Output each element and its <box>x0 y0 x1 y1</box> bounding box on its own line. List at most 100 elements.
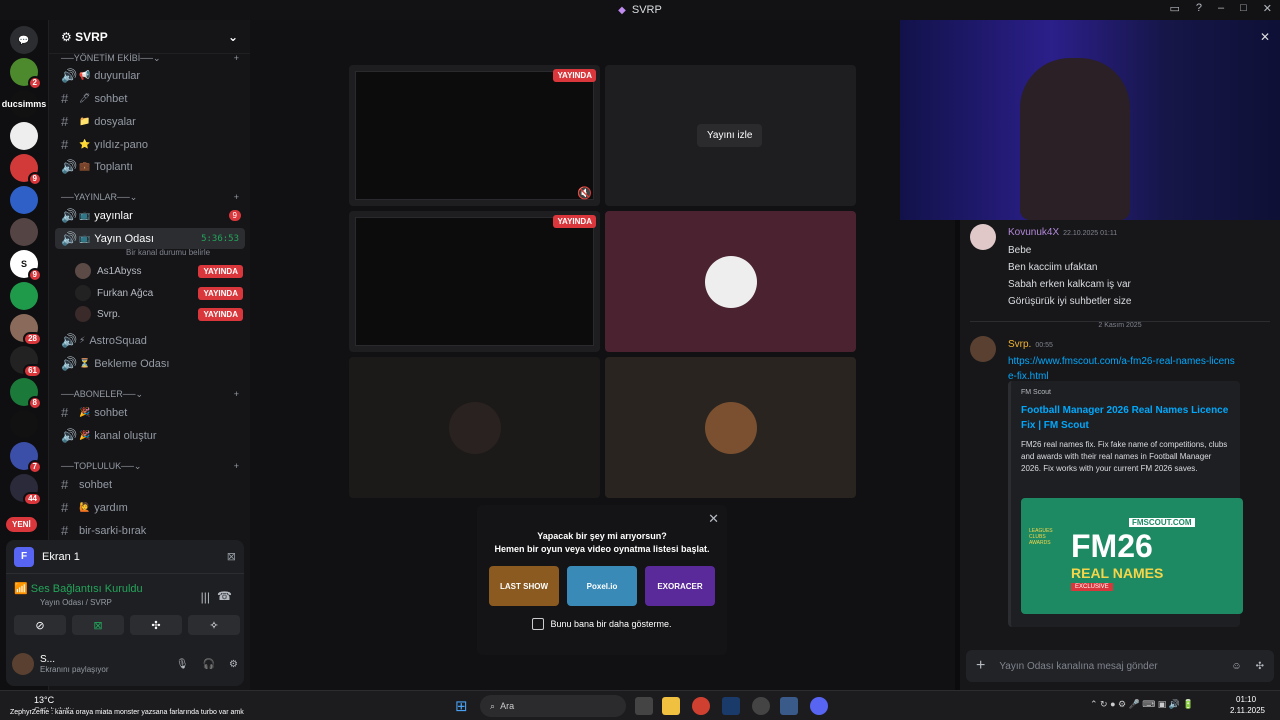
server-icon[interactable]: 7 <box>10 442 42 474</box>
channel-yardim[interactable]: # 🙋 yardım <box>55 497 245 518</box>
server-icon[interactable] <box>10 282 38 310</box>
headphones-icon[interactable]: 🎧 <box>203 659 215 670</box>
category-yonetim[interactable]: ──YÖNETİM EKİBİ──⌄ + <box>61 53 239 64</box>
channel-yayinlar[interactable]: 🔊 📺 yayınlar 9 <box>55 205 245 226</box>
message-author[interactable]: Kovunuk4X <box>1008 227 1059 238</box>
unread-badge: 8 <box>27 396 42 410</box>
live-badge: YAYINDA <box>198 264 243 278</box>
server-icon[interactable]: 44 <box>10 474 42 506</box>
channel-bekleme[interactable]: 🔊 ⏳ Bekleme Odası <box>55 353 245 374</box>
camera-button[interactable]: ⊘ <box>14 615 66 635</box>
close-button[interactable]: ✕ <box>1263 2 1272 15</box>
close-icon[interactable]: ✕ <box>708 511 719 527</box>
category-yayinlar[interactable]: ──YAYINLAR──⌄ + <box>61 192 239 203</box>
task-view-icon[interactable] <box>635 697 653 715</box>
voice-user[interactable]: Furkan Ağca YAYINDA <box>75 283 243 303</box>
tray-icons[interactable]: ⌃ ↻ ● ⚙ 🎤 ⌨ ▣ 🔊 🔋 <box>1090 699 1194 710</box>
channel-yildiz-pano[interactable]: # ⭐ yıldız-pano <box>55 134 245 155</box>
activities-button[interactable]: ✣ <box>130 615 182 635</box>
server-icon[interactable]: 9 <box>10 154 42 186</box>
server-icon[interactable] <box>10 186 38 214</box>
channel-dosyalar[interactable]: # 📁 dosyalar <box>55 111 245 132</box>
user-name: S... <box>40 654 56 665</box>
channel-sarki[interactable]: # bir-sarki-bırak <box>55 520 245 541</box>
voice-user[interactable]: As1Abyss YAYINDA <box>75 261 243 281</box>
server-icon[interactable]: 61 <box>10 346 42 378</box>
message-author[interactable]: Svrp. <box>1008 339 1031 350</box>
connection-status[interactable]: 📶 Ses Bağlantısı Kuruldu <box>14 582 143 595</box>
message-input[interactable]: + Yayın Odası kanalına mesaj gönder ☺ ✣ <box>966 650 1274 682</box>
add-attachment-icon[interactable]: + <box>976 657 985 675</box>
category-aboneler[interactable]: ──ABONELER──⌄ + <box>61 389 239 400</box>
channel-astrosquad[interactable]: 🔊 ⚡ AstroSquad <box>55 330 245 351</box>
taskbar-search[interactable]: ⌕ Ara <box>480 695 626 717</box>
stage-area: YAYINDA 🔇 Yayını izle YAYINDA ✕ Yapacak b… <box>250 20 955 690</box>
embed-title[interactable]: Football Manager 2026 Real Names Licence… <box>1021 403 1230 433</box>
channel-sohbet[interactable]: # 🖊 sohbet <box>55 88 245 109</box>
server-icon[interactable] <box>10 218 38 246</box>
embed-image[interactable]: FMSCOUT.COM LEAGUES CLUBS AWARDS FM26 RE… <box>1021 498 1243 614</box>
windows-taskbar: 13°C Çok bulutlu ZephyrZeffie : kanka or… <box>0 690 1280 720</box>
game-last-show[interactable]: LAST SHOW <box>489 566 559 606</box>
voice-user[interactable]: Svrp. YAYINDA <box>75 304 243 324</box>
file-explorer-icon[interactable] <box>662 697 680 715</box>
message-link[interactable]: https://www.fmscout.com/a-fm26-real-name… <box>1008 354 1238 384</box>
channel-sohbet-topluluk[interactable]: # sohbet <box>55 474 245 495</box>
stream-tile[interactable]: YAYINDA 🔇 <box>349 65 600 206</box>
screen-share-row[interactable]: F Ekran 1 ⊠ <box>6 540 244 574</box>
settings-gear-icon[interactable]: ⚙ <box>229 659 238 670</box>
inbox-icon[interactable]: ▭ <box>1169 2 1179 15</box>
emoji-icon[interactable]: ☺ <box>1231 661 1241 672</box>
server-header[interactable]: ⚙ SVRP ⌄ <box>49 20 250 54</box>
chat-pane: Kovunuk4X 22.10.2025 01:11 Bebe Ben kacci… <box>960 220 1280 690</box>
message: Kovunuk4X 22.10.2025 01:11 Bebe Ben kacci… <box>970 224 1270 310</box>
stream-tile[interactable]: YAYINDA <box>349 211 600 352</box>
channel-yayin-odasi[interactable]: 🔊 📺 Yayın Odası 5:36:53 <box>55 228 245 249</box>
user-avatar <box>705 256 757 308</box>
user-tile[interactable] <box>605 357 856 498</box>
category-topluluk[interactable]: ──TOPLULUK──⌄ + <box>61 461 239 472</box>
help-icon[interactable]: ? <box>1196 2 1202 15</box>
game-exoracer[interactable]: EXORACER <box>645 566 715 606</box>
app-icon[interactable] <box>780 697 798 715</box>
obs-icon[interactable] <box>752 697 770 715</box>
steam-icon[interactable] <box>722 697 740 715</box>
server-icon[interactable]: 8 <box>10 378 42 410</box>
disconnect-icon[interactable]: ☎ <box>217 589 232 603</box>
stream-tile[interactable]: Yayını izle <box>605 65 856 206</box>
channel-duyurular[interactable]: 🔊 📢 duyurular <box>55 65 245 86</box>
channel-toplanti[interactable]: 🔊 💼 Toplantı <box>55 156 245 177</box>
signal-icon: 📶 <box>14 583 28 595</box>
channel-kanal-olustur[interactable]: 🔊 🎉 kanal oluştur <box>55 425 245 446</box>
noise-icon[interactable]: ||| <box>201 590 210 604</box>
chrome-icon[interactable] <box>692 697 710 715</box>
game-poxel[interactable]: Poxel.io <box>567 566 637 606</box>
stop-share-icon[interactable]: ⊠ <box>227 550 236 563</box>
watch-stream-button[interactable]: Yayını izle <box>697 124 763 147</box>
windows-start-icon[interactable]: ⊞ <box>455 697 473 715</box>
mute-icon: 🔇 <box>577 186 592 200</box>
close-icon[interactable]: ✕ <box>1260 30 1270 44</box>
discord-home-icon[interactable]: 💬 <box>10 26 38 54</box>
live-badge: YAYINDA <box>553 69 596 82</box>
mic-icon[interactable]: 🎙 <box>176 659 189 670</box>
discord-taskbar-icon[interactable] <box>810 697 828 715</box>
screenshare-button[interactable]: ⊠ <box>72 615 124 635</box>
channel-sohbet-aboneler[interactable]: # 🎉 sohbet <box>55 402 245 423</box>
server-icon[interactable]: S9 <box>10 250 42 282</box>
user-tile[interactable] <box>605 211 856 352</box>
server-icon[interactable]: 2 <box>10 58 42 90</box>
user-tile[interactable] <box>349 357 600 498</box>
server-icon[interactable] <box>10 122 38 150</box>
server-icon[interactable] <box>10 410 38 438</box>
minimize-button[interactable]: – <box>1218 2 1224 15</box>
apps-icon[interactable]: ✣ <box>1256 661 1264 672</box>
channel-status[interactable]: Bir kanal durumu belirle <box>126 248 210 257</box>
maximize-button[interactable]: □ <box>1240 2 1247 15</box>
server-icon[interactable]: ducsimms <box>2 90 46 118</box>
dont-show-checkbox[interactable]: Bunu bana bir daha gösterme. <box>477 618 727 630</box>
soundboard-button[interactable]: ✧ <box>188 615 240 635</box>
server-icon[interactable]: 28 <box>10 314 42 346</box>
new-badge[interactable]: YENİ <box>6 517 37 532</box>
user-area[interactable]: S... Ekranını paylaşıyor 🎙 🎧 ⚙ <box>12 648 238 680</box>
